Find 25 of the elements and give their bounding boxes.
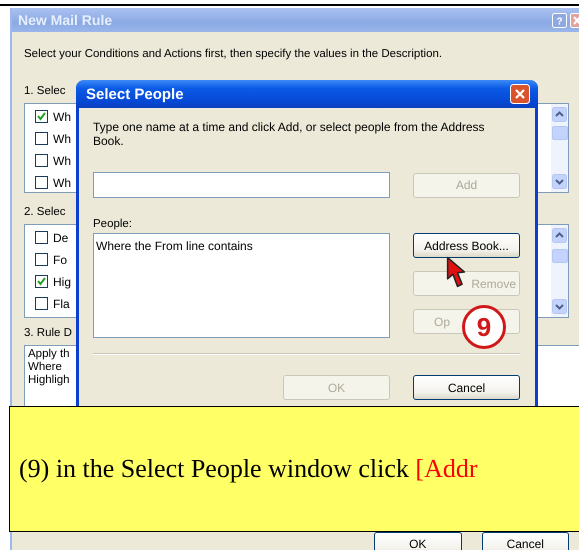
dialog-title: Select People: [86, 86, 184, 102]
condition-label: Hig: [53, 274, 72, 288]
condition-label: Wh: [53, 132, 71, 146]
description-line: Apply th: [28, 348, 71, 361]
description-line: Where: [28, 361, 63, 374]
instruction-text: Select your Conditions and Actions first, then specify the values in the Description.: [24, 47, 444, 62]
section-label: 2. Selec: [24, 205, 66, 219]
side-button[interactable]: Address Book...: [413, 233, 520, 258]
condition-label: Wh: [53, 110, 71, 124]
description-line: Highligh: [28, 374, 71, 387]
callout-text: (9) in the Select People window click [Addr: [19, 454, 478, 484]
instruction-text: Type one name at a time and click Add, or select people from the Address Book.: [93, 120, 486, 148]
dialog-button[interactable]: Cancel: [482, 532, 569, 550]
dialog-button[interactable]: OK: [374, 532, 462, 550]
window-title: New Mail Rule: [18, 12, 112, 28]
condition-label: De: [53, 230, 68, 244]
condition-label: Fo: [53, 252, 68, 266]
condition-label: Wh: [53, 176, 71, 190]
list-item[interactable]: Where the From line contains: [96, 239, 387, 253]
section-label: 1. Selec: [24, 84, 66, 98]
condition-label: Wh: [53, 154, 71, 168]
condition-label: Fla: [53, 296, 70, 310]
section-label: 3. Rule D: [24, 326, 72, 340]
dialog-button[interactable]: Cancel: [413, 375, 520, 400]
people-label: People:: [93, 217, 134, 231]
